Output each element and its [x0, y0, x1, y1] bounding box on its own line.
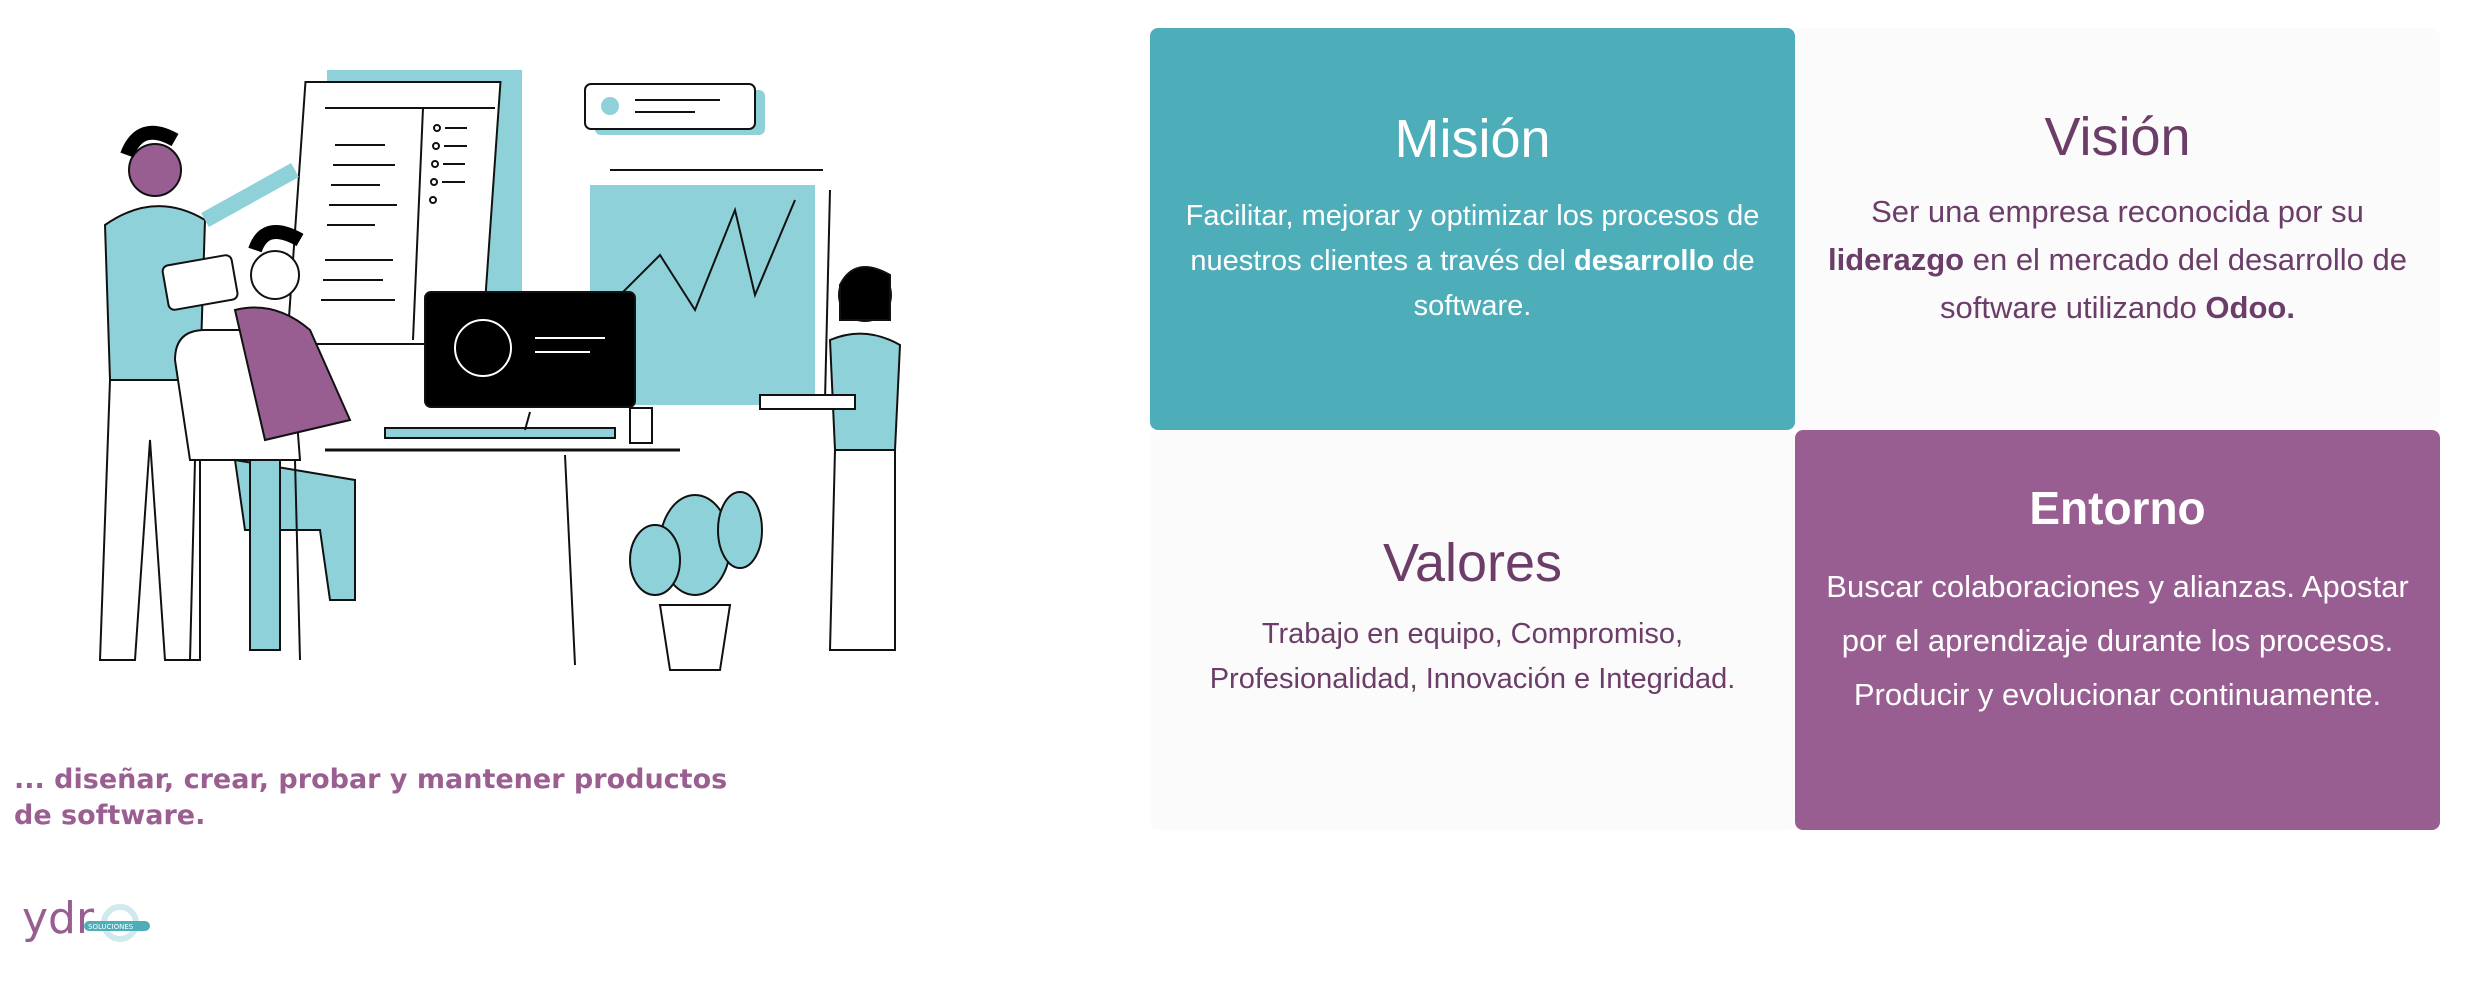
svg-text:ydr: ydr	[22, 893, 95, 944]
valores-text: Trabajo en equipo, Compromiso, Profesion…	[1209, 618, 1736, 695]
svg-text:SOLUCIONES: SOLUCIONES	[88, 923, 134, 931]
tagline: ... diseñar, crear, probar y mantener pr…	[14, 764, 728, 831]
vision-text: Ser una empresa reconocida por su lidera…	[1828, 194, 2407, 325]
valores-card: Valores Trabajo en equipo, Compromiso, P…	[1150, 430, 1795, 830]
mision-text: Facilitar, mejorar y optimizar los proce…	[1185, 200, 1760, 322]
team-illustration	[98, 70, 902, 671]
entorno-title: Entorno	[2029, 482, 2206, 534]
valores-title: Valores	[1382, 533, 1563, 593]
mision-card: Misión Facilitar, mejorar y optimizar lo…	[1150, 28, 1795, 430]
entorno-card: Entorno Buscar colaboraciones y alianzas…	[1795, 430, 2440, 830]
plant-graphic	[629, 491, 763, 671]
mision-title: Misión	[1394, 109, 1551, 169]
ydr-logo: ydr SOLUCIONES	[22, 893, 150, 944]
checkmark-notification-graphic	[584, 83, 765, 135]
vision-card: Visión Ser una empresa reconocida por su…	[1795, 28, 2440, 430]
monitor-graphic	[424, 291, 636, 431]
vision-title: Visión	[2044, 107, 2191, 167]
entorno-text: Buscar colaboraciones y alianzas. Aposta…	[1826, 569, 2409, 712]
